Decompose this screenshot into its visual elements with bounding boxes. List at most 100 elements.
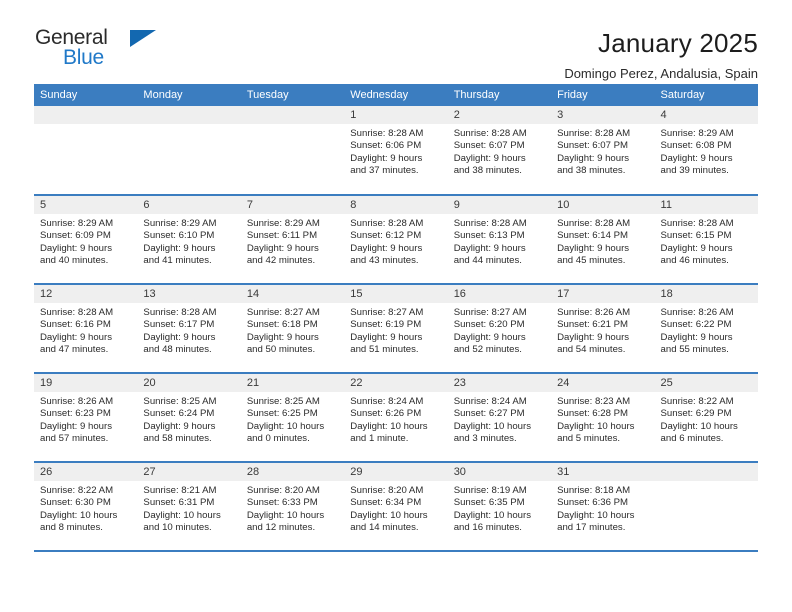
calendar-day-cell[interactable]: 19 Sunrise: 8:26 AM Sunset: 6:23 PM Dayligh… [34,373,138,463]
calendar-day-cell[interactable]: 28 Sunrise: 8:20 AM Sunset: 6:33 PM Dayligh… [240,462,345,552]
calendar-empty-cell [34,106,138,196]
detail-line: and 39 minutes. [660,164,729,176]
page-header: General Blue January 2025 Domingo Perez,… [0,0,792,81]
detail-line: and 10 minutes. [143,521,212,533]
day-number: 11 [654,196,758,214]
detail-line: Daylight: 9 hours [557,331,630,343]
detail-line: Sunrise: 8:22 AM [660,396,734,407]
calendar-day-cell[interactable]: 6 Sunrise: 8:29 AM Sunset: 6:10 PM Daylight… [137,195,241,285]
title-block: January 2025 Domingo Perez, Andalusia, S… [164,26,758,84]
day-cell-inner: 31 Sunrise: 8:18 AM Sunset: 6:36 PM Dayligh… [551,463,655,550]
day-cell-inner: 30 Sunrise: 8:19 AM Sunset: 6:35 PM Dayligh… [447,463,552,550]
detail-line: and 16 minutes. [453,521,522,533]
calendar-day-cell[interactable]: 26 Sunrise: 8:22 AM Sunset: 6:30 PM Dayligh… [34,462,138,552]
detail-line: Sunrise: 8:25 AM [246,396,320,407]
calendar-day-cell[interactable]: 18 Sunrise: 8:26 AM Sunset: 6:22 PM Dayligh… [654,284,758,374]
calendar-day-cell[interactable]: 23 Sunrise: 8:24 AM Sunset: 6:27 PM Dayligh… [447,373,552,463]
detail-line: Daylight: 10 hours [350,509,428,521]
detail-line: Sunset: 6:25 PM [246,408,318,420]
detail-line: Sunrise: 8:27 AM [453,307,527,318]
detail-line: Sunset: 6:07 PM [453,140,525,152]
day-number: 23 [447,374,552,392]
detail-line: Sunrise: 8:26 AM [660,307,734,318]
calendar-day-cell[interactable]: 10 Sunrise: 8:28 AM Sunset: 6:14 PM Dayligh… [551,195,655,285]
detail-line: and 0 minutes. [246,432,310,444]
calendar-day-cell[interactable]: 5 Sunrise: 8:29 AM Sunset: 6:09 PM Daylight… [34,195,138,285]
detail-line: Sunset: 6:22 PM [660,319,732,331]
detail-line: and 57 minutes. [40,432,109,444]
calendar-day-cell[interactable]: 11 Sunrise: 8:28 AM Sunset: 6:15 PM Dayligh… [654,195,758,285]
calendar-day-cell[interactable]: 1 Sunrise: 8:28 AM Sunset: 6:06 PM Daylight… [344,106,448,196]
day-number: 1 [344,106,448,124]
detail-line: Sunset: 6:28 PM [557,408,629,420]
sun-times-detail: Sunrise: 8:28 AM Sunset: 6:14 PM Daylight:… [551,214,654,267]
detail-line: Sunrise: 8:26 AM [557,307,631,318]
day-cell-inner [240,106,345,194]
calendar-day-cell[interactable]: 17 Sunrise: 8:26 AM Sunset: 6:21 PM Dayligh… [551,284,655,374]
day-number: 31 [551,463,655,481]
detail-line: Sunset: 6:17 PM [143,319,215,331]
detail-line: Daylight: 10 hours [453,420,532,432]
calendar-day-cell[interactable]: 7 Sunrise: 8:29 AM Sunset: 6:11 PM Daylight… [240,195,345,285]
general-blue-logo: General Blue [34,26,164,74]
calendar-day-cell[interactable]: 9 Sunrise: 8:28 AM Sunset: 6:13 PM Daylight… [447,195,552,285]
detail-line: Daylight: 10 hours [143,509,221,521]
detail-line: Sunset: 6:20 PM [453,319,525,331]
detail-line: Sunset: 6:13 PM [453,230,525,242]
sun-times-detail: Sunrise: 8:24 AM Sunset: 6:27 PM Daylight:… [448,392,551,445]
sun-times-detail [137,124,240,128]
detail-line: Daylight: 9 hours [453,152,526,164]
detail-line: Sunset: 6:14 PM [557,230,629,242]
day-number: 19 [34,374,138,392]
calendar-day-cell[interactable]: 14 Sunrise: 8:27 AM Sunset: 6:18 PM Dayligh… [240,284,345,374]
calendar-day-cell[interactable]: 22 Sunrise: 8:24 AM Sunset: 6:26 PM Dayligh… [344,373,448,463]
detail-line: Sunrise: 8:28 AM [453,128,527,139]
calendar-day-cell[interactable]: 16 Sunrise: 8:27 AM Sunset: 6:20 PM Dayligh… [447,284,552,374]
calendar-day-cell[interactable]: 31 Sunrise: 8:18 AM Sunset: 6:36 PM Dayligh… [551,462,655,552]
calendar-day-cell[interactable]: 29 Sunrise: 8:20 AM Sunset: 6:34 PM Dayligh… [344,462,448,552]
detail-line: Sunrise: 8:23 AM [557,396,631,407]
detail-line: Sunset: 6:36 PM [557,497,629,509]
detail-line: Sunset: 6:10 PM [143,230,215,242]
weekday-header-friday: Friday [551,84,655,106]
detail-line: Sunrise: 8:27 AM [350,307,424,318]
day-cell-inner: 23 Sunrise: 8:24 AM Sunset: 6:27 PM Dayligh… [447,374,552,461]
day-number: 15 [344,285,448,303]
calendar-day-cell[interactable]: 30 Sunrise: 8:19 AM Sunset: 6:35 PM Dayligh… [447,462,552,552]
calendar-day-cell[interactable]: 13 Sunrise: 8:28 AM Sunset: 6:17 PM Dayligh… [137,284,241,374]
detail-line: Daylight: 9 hours [557,242,630,254]
calendar-day-cell[interactable]: 12 Sunrise: 8:28 AM Sunset: 6:16 PM Dayligh… [34,284,138,374]
calendar-day-cell[interactable]: 25 Sunrise: 8:22 AM Sunset: 6:29 PM Dayligh… [654,373,758,463]
detail-line: and 41 minutes. [143,254,212,266]
calendar-day-cell[interactable]: 27 Sunrise: 8:21 AM Sunset: 6:31 PM Dayligh… [137,462,241,552]
sun-times-detail: Sunrise: 8:21 AM Sunset: 6:31 PM Daylight:… [137,481,240,534]
detail-line: Daylight: 9 hours [350,152,423,164]
calendar-day-cell[interactable]: 4 Sunrise: 8:29 AM Sunset: 6:08 PM Daylight… [654,106,758,196]
detail-line: Daylight: 9 hours [40,420,112,432]
detail-line: Sunrise: 8:28 AM [350,218,424,229]
day-number: 27 [137,463,241,481]
calendar-day-cell[interactable]: 20 Sunrise: 8:25 AM Sunset: 6:24 PM Dayligh… [137,373,241,463]
detail-line: Sunrise: 8:29 AM [660,128,734,139]
detail-line: Sunset: 6:12 PM [350,230,422,242]
detail-line: and 58 minutes. [143,432,212,444]
calendar-day-cell[interactable]: 2 Sunrise: 8:28 AM Sunset: 6:07 PM Daylight… [447,106,552,196]
calendar-day-cell[interactable]: 15 Sunrise: 8:27 AM Sunset: 6:19 PM Dayligh… [344,284,448,374]
detail-line: Sunset: 6:26 PM [350,408,422,420]
sun-times-detail: Sunrise: 8:28 AM Sunset: 6:12 PM Daylight:… [344,214,447,267]
detail-line: Sunset: 6:33 PM [246,497,318,509]
day-number [240,106,345,124]
calendar-day-cell[interactable]: 3 Sunrise: 8:28 AM Sunset: 6:07 PM Daylight… [551,106,655,196]
day-cell-inner: 11 Sunrise: 8:28 AM Sunset: 6:15 PM Dayligh… [654,196,758,283]
detail-line: Sunrise: 8:29 AM [143,218,217,229]
detail-line: Sunrise: 8:22 AM [40,485,114,496]
sun-times-detail: Sunrise: 8:27 AM Sunset: 6:20 PM Daylight:… [448,303,551,356]
sun-times-detail: Sunrise: 8:26 AM Sunset: 6:21 PM Daylight:… [551,303,654,356]
calendar-day-cell[interactable]: 21 Sunrise: 8:25 AM Sunset: 6:25 PM Dayligh… [240,373,345,463]
day-number: 18 [654,285,758,303]
detail-line: and 44 minutes. [453,254,522,266]
calendar-day-cell[interactable]: 24 Sunrise: 8:23 AM Sunset: 6:28 PM Dayligh… [551,373,655,463]
day-cell-inner [34,106,138,194]
calendar-day-cell[interactable]: 8 Sunrise: 8:28 AM Sunset: 6:12 PM Daylight… [344,195,448,285]
day-cell-inner: 18 Sunrise: 8:26 AM Sunset: 6:22 PM Dayligh… [654,285,758,372]
